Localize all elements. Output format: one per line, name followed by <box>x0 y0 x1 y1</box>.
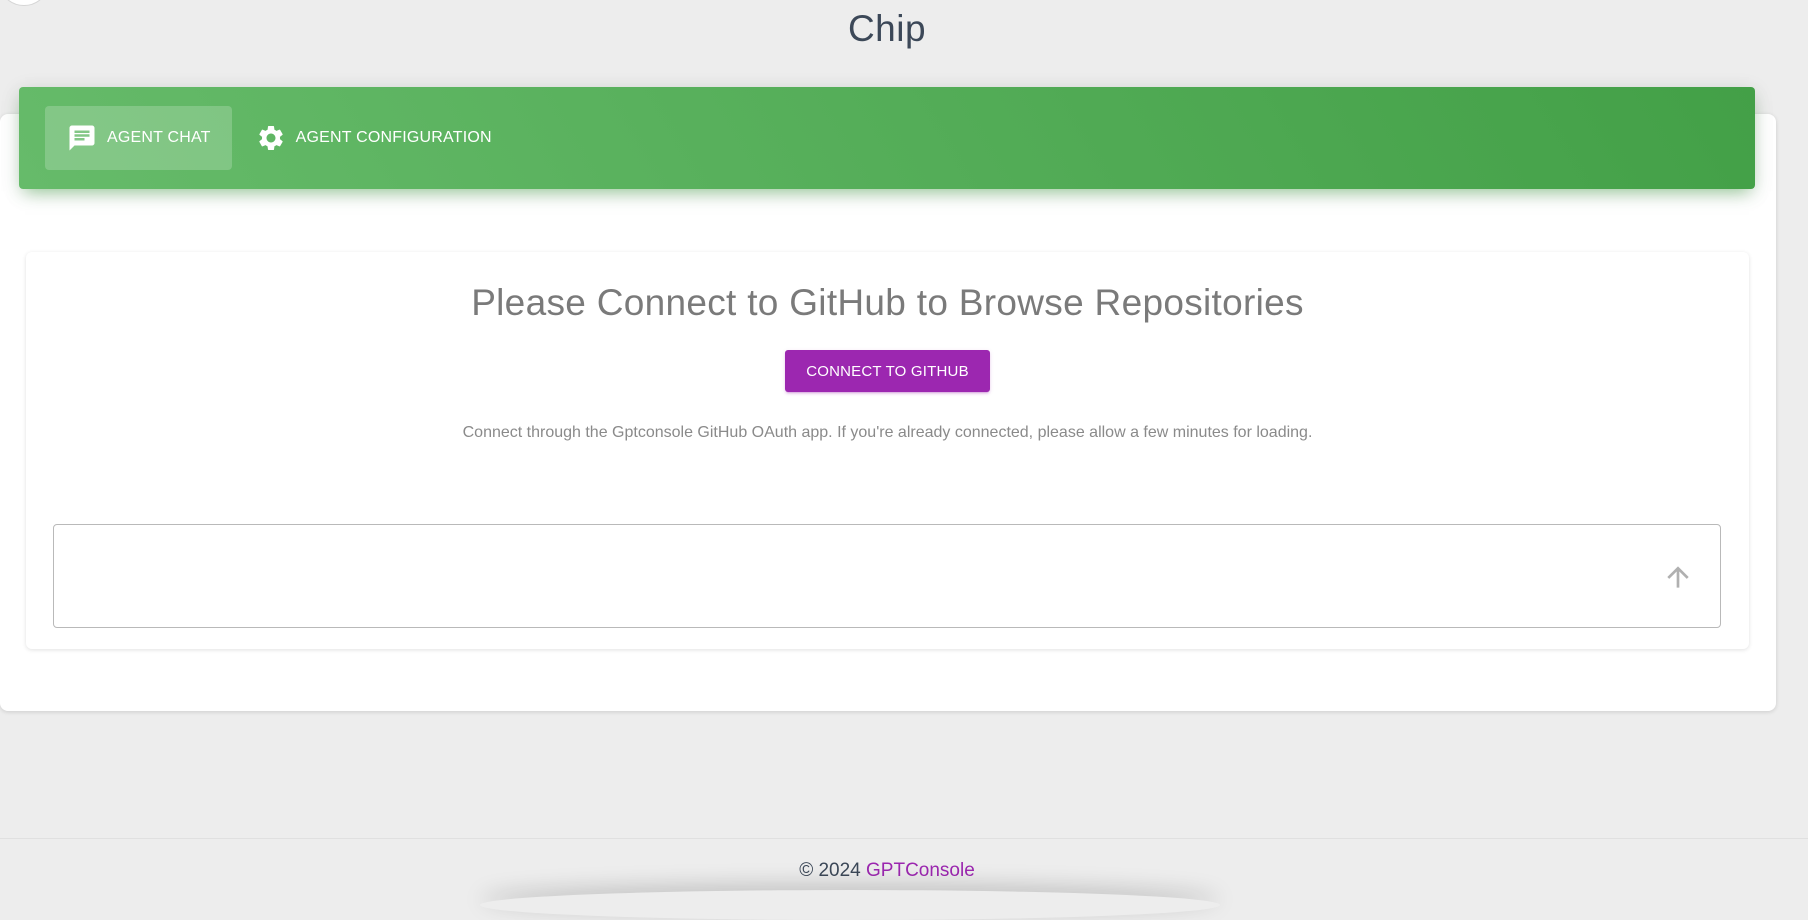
footer-copyright: © 2024 <box>799 860 861 881</box>
footer-divider <box>0 838 1808 839</box>
chat-input-box <box>53 524 1721 628</box>
send-button[interactable] <box>1658 557 1698 597</box>
tab-agent-configuration[interactable]: AGENT CONFIGURATION <box>234 106 513 170</box>
connect-note: Connect through the Gptconsole GitHub OA… <box>462 424 1313 441</box>
footer-brand-link[interactable]: GPTConsole <box>866 860 975 881</box>
arrow-up-icon <box>1667 566 1689 588</box>
tab-agent-configuration-label: AGENT CONFIGURATION <box>295 129 492 146</box>
connect-github-button[interactable]: CONNECT TO GITHUB <box>785 350 990 392</box>
chat-icon <box>67 123 97 153</box>
tab-agent-chat[interactable]: AGENT CHAT <box>45 106 232 170</box>
footer: © 2024 GPTConsole <box>0 860 1774 882</box>
tab-agent-chat-label: AGENT CHAT <box>107 129 211 146</box>
chat-input[interactable] <box>68 539 1628 613</box>
tab-bar: AGENT CHAT AGENT CONFIGURATION <box>19 87 1755 189</box>
repository-panel: Please Connect to GitHub to Browse Repos… <box>26 252 1749 649</box>
gear-icon <box>256 123 286 153</box>
footer-shadow <box>480 890 1220 920</box>
connect-heading: Please Connect to GitHub to Browse Repos… <box>471 282 1304 323</box>
avatar[interactable] <box>0 0 50 6</box>
page-title: Chip <box>847 8 927 49</box>
